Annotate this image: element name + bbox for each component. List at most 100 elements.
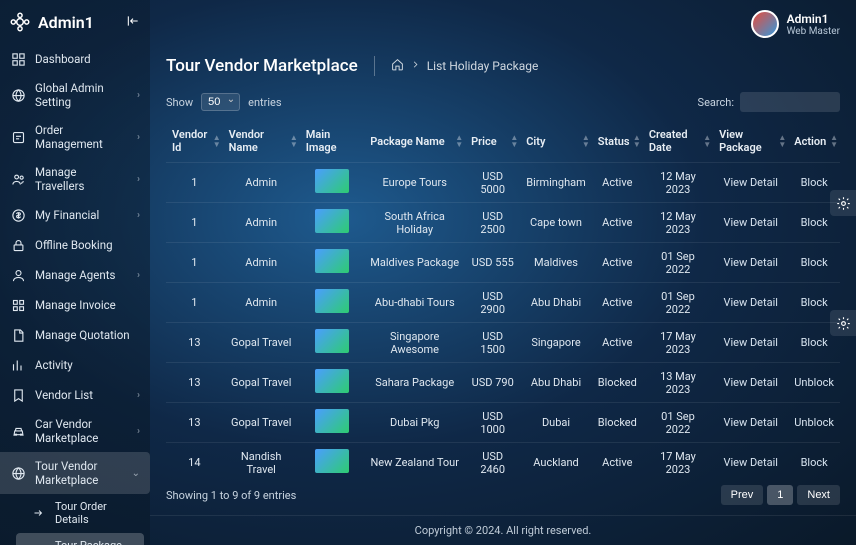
nav-item-activity[interactable]: Activity xyxy=(0,350,150,380)
nav-item-tour-vendor-marketplace[interactable]: Tour Vendor Marketplace⌄ xyxy=(0,452,150,494)
chevron-right-icon xyxy=(410,59,421,73)
order-icon xyxy=(10,129,26,145)
nav-item-my-financial[interactable]: My Financial› xyxy=(0,200,150,230)
show-label: Show xyxy=(166,96,193,109)
home-icon[interactable] xyxy=(391,58,404,74)
col-action[interactable]: Action▲▼ xyxy=(788,120,840,163)
cell-price: USD 2500 xyxy=(465,203,520,243)
next-button[interactable]: Next xyxy=(797,485,840,505)
nav-item-manage-agents[interactable]: Manage Agents› xyxy=(0,260,150,290)
breadcrumb-current: List Holiday Package xyxy=(427,59,539,73)
nav-item-manage-quotation[interactable]: Manage Quotation xyxy=(0,320,150,350)
settings-gear-2[interactable] xyxy=(830,310,856,336)
view-detail-link[interactable]: View Detail xyxy=(723,296,778,309)
action-link[interactable]: Block xyxy=(801,176,828,189)
cell-price: USD 1000 xyxy=(465,403,520,443)
nav-item-offline-booking[interactable]: Offline Booking xyxy=(0,230,150,260)
view-detail-link[interactable]: View Detail xyxy=(723,456,778,469)
divider xyxy=(374,56,375,76)
table-row: 13Gopal TravelSahara PackageUSD 790Abu D… xyxy=(166,363,840,403)
table-controls: Show 50 entries Search: xyxy=(150,84,856,120)
nav-item-manage-travellers[interactable]: Manage Travellers› xyxy=(0,158,150,200)
nav-label: Activity xyxy=(35,358,73,372)
nav-item-manage-invoice[interactable]: Manage Invoice xyxy=(0,290,150,320)
col-package-name[interactable]: Package Name▲▼ xyxy=(364,120,465,163)
view-detail-link[interactable]: View Detail xyxy=(723,256,778,269)
action-link[interactable]: Block xyxy=(801,336,828,349)
col-status[interactable]: Status▲▼ xyxy=(592,120,643,163)
entries-select[interactable]: 50 xyxy=(201,93,240,111)
cell-city: Abu Dhabi xyxy=(520,283,592,323)
cell-date: 12 May 2023 xyxy=(643,203,713,243)
showing-text: Showing 1 to 9 of 9 entries xyxy=(166,489,296,502)
col-main-image[interactable]: Main Image xyxy=(300,120,365,163)
view-detail-link[interactable]: View Detail xyxy=(723,416,778,429)
cell-status: Active xyxy=(592,203,643,243)
nav: DashboardGlobal Admin Setting›Order Mana… xyxy=(0,44,150,545)
nav-item-order-management[interactable]: Order Management› xyxy=(0,116,150,158)
nav-label: Tour Vendor Marketplace xyxy=(35,459,123,487)
sidebar-collapse-button[interactable] xyxy=(126,14,140,31)
col-city[interactable]: City▲▼ xyxy=(520,120,592,163)
cell-price: USD 555 xyxy=(465,243,520,283)
nav-item-dashboard[interactable]: Dashboard xyxy=(0,44,150,74)
cell-package: Europe Tours xyxy=(364,163,465,203)
subnav-item-tour-package-list[interactable]: Tour Package List xyxy=(16,533,144,545)
action-link[interactable]: Block xyxy=(801,216,828,229)
col-vendor-id[interactable]: Vendor Id▲▼ xyxy=(166,120,223,163)
col-price[interactable]: Price▲▼ xyxy=(465,120,520,163)
action-link[interactable]: Block xyxy=(801,456,828,469)
view-detail-link[interactable]: View Detail xyxy=(723,216,778,229)
package-thumb xyxy=(315,369,349,393)
search-label: Search: xyxy=(698,96,734,109)
subnav-item-tour-order-details[interactable]: Tour Order Details xyxy=(10,494,150,532)
nav-item-vendor-list[interactable]: Vendor List› xyxy=(0,380,150,410)
user-area[interactable]: Admin1 Web Master xyxy=(751,10,840,38)
cell-price: USD 5000 xyxy=(465,163,520,203)
cell-image xyxy=(300,363,365,403)
entries-label: entries xyxy=(248,96,281,109)
col-vendor-name[interactable]: Vendor Name▲▼ xyxy=(223,120,300,163)
cell-date: 01 Sep 2022 xyxy=(643,243,713,283)
sort-icon: ▲▼ xyxy=(830,134,838,148)
table-row: 1AdminAbu-dhabi ToursUSD 2900Abu DhabiAc… xyxy=(166,283,840,323)
search-input[interactable] xyxy=(740,92,840,112)
cell-date: 17 May 2023 xyxy=(643,443,713,476)
cell-package: Maldives Package xyxy=(364,243,465,283)
table-row: 14Nandish TravelNew Zealand TourUSD 2460… xyxy=(166,443,840,476)
view-detail-link[interactable]: View Detail xyxy=(723,336,778,349)
package-thumb xyxy=(315,409,349,433)
table-row: 1AdminMaldives PackageUSD 555MaldivesAct… xyxy=(166,243,840,283)
cell-status: Active xyxy=(592,283,643,323)
bookmark-icon xyxy=(10,387,26,403)
cell-status: Active xyxy=(592,443,643,476)
cell-id: 13 xyxy=(166,323,223,363)
cell-image xyxy=(300,243,365,283)
cell-city: Maldives xyxy=(520,243,592,283)
view-detail-link[interactable]: View Detail xyxy=(723,176,778,189)
view-detail-link[interactable]: View Detail xyxy=(723,376,778,389)
action-link[interactable]: Unblock xyxy=(794,416,834,429)
cell-package: South Africa Holiday xyxy=(364,203,465,243)
nav-label: Manage Travellers xyxy=(35,165,128,193)
col-created-date[interactable]: Created Date▲▼ xyxy=(643,120,713,163)
prev-button[interactable]: Prev xyxy=(721,485,764,505)
page-1-button[interactable]: 1 xyxy=(767,485,793,505)
sort-icon: ▲▼ xyxy=(633,134,641,148)
package-thumb xyxy=(315,449,349,473)
cell-id: 14 xyxy=(166,443,223,476)
col-view-package[interactable]: View Package▲▼ xyxy=(713,120,788,163)
action-link[interactable]: Unblock xyxy=(794,376,834,389)
settings-gear-1[interactable] xyxy=(830,190,856,216)
action-link[interactable]: Block xyxy=(801,256,828,269)
sort-icon: ▲▼ xyxy=(582,134,590,148)
cell-status: Active xyxy=(592,323,643,363)
table-footer: Showing 1 to 9 of 9 entries Prev 1 Next xyxy=(150,475,856,515)
globe-icon xyxy=(10,87,26,103)
sort-icon: ▲▼ xyxy=(703,134,711,148)
action-link[interactable]: Block xyxy=(801,296,828,309)
nav-item-global-admin-setting[interactable]: Global Admin Setting› xyxy=(0,74,150,116)
cell-price: USD 2460 xyxy=(465,443,520,476)
nav-label: Offline Booking xyxy=(35,238,113,252)
nav-item-car-vendor-marketplace[interactable]: Car Vendor Marketplace› xyxy=(0,410,150,452)
